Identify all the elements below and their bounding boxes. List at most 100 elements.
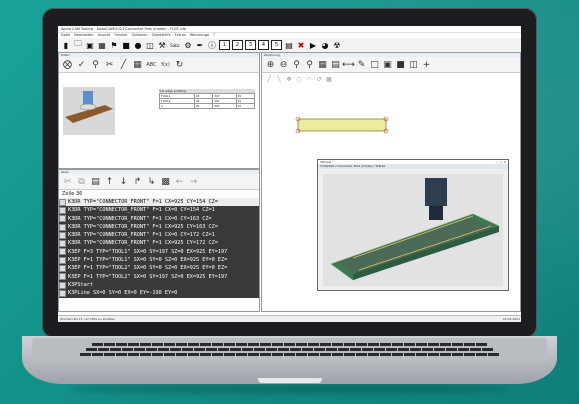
plus-icon[interactable]: + <box>421 59 432 70</box>
main-toolbar: ▮ 🗀 ▣ ▦ ⚑ ■ ● ◫ ⚒ Sabc ⚙ ✒ ⓘ 1 2 3 4 5 ▤… <box>58 38 521 53</box>
spellcheck-label[interactable]: Sabc <box>169 40 181 50</box>
3d-view-window: 3DView — □ ✕ 1700/100 / Connector Post (… <box>317 159 509 291</box>
menu-window[interactable]: Fenster <box>115 33 128 38</box>
menu-tools[interactable]: Werkzeuge <box>190 33 209 38</box>
redirect-icon[interactable]: ↱ <box>132 176 143 187</box>
ruler-icon[interactable]: ▤ <box>330 59 341 70</box>
perspective-icon[interactable]: ◫ <box>408 59 419 70</box>
drawing-toolbar-secondary: ╱ ╲ ✥ ○ ◠ ↺ ▦ <box>262 73 520 85</box>
comment-icon[interactable]: ▤ <box>284 40 294 50</box>
zoom-out-icon[interactable]: ⊖ <box>278 59 289 70</box>
arrow-down-icon[interactable]: ↓ <box>118 176 129 187</box>
search-icon[interactable]: ⚲ <box>90 59 101 70</box>
macro-3-button[interactable]: 3 <box>245 40 256 50</box>
play-icon[interactable]: ▶ <box>308 40 318 50</box>
hammer-icon[interactable]: ⚒ <box>157 40 167 50</box>
paste-icon[interactable]: ▤ <box>90 176 101 187</box>
polyline-tool-icon[interactable]: ╲ <box>275 75 283 83</box>
macro-1-button[interactable]: 1 <box>219 40 230 50</box>
arrow-up-icon[interactable]: ↑ <box>104 176 115 187</box>
macro-5-button[interactable]: 5 <box>271 40 282 50</box>
list-item[interactable]: K3DR TYP="CONNECTOR_FRONT" F=1 CX=925 CY… <box>59 198 259 207</box>
line-tool-icon[interactable]: ╱ <box>265 75 273 83</box>
program-list: K3DR TYP="CONNECTOR_FRONT" F=1 CX=925 CY… <box>59 198 259 298</box>
rotate-tool-icon[interactable]: ↺ <box>315 75 323 83</box>
zoom-fit-icon[interactable]: ⚲ <box>291 59 302 70</box>
list-item[interactable]: K3PStart <box>59 281 259 289</box>
tool-preview-image <box>63 87 115 135</box>
menu-object-help[interactable]: Objekthilfe <box>152 33 171 38</box>
help-icon[interactable]: ⓘ <box>207 40 217 50</box>
circle-tool-icon[interactable]: ○ <box>295 75 303 83</box>
text-abc-icon[interactable]: ABC <box>146 59 157 70</box>
drawing-pane: Zeichnung ⊕ ⊖ ⚲ ⚲ ▦ ▤ ⟷ ✎ □ ▣ ■ ◫ + ╱ ╲ … <box>261 52 521 312</box>
macro-2-button[interactable]: 2 <box>232 40 243 50</box>
list-item[interactable]: K3DR TYP="CONNECTOR_FRONT" F=1 CX=0 CY=1… <box>59 231 259 239</box>
grid-icon[interactable]: ▦ <box>132 59 143 70</box>
menu-options[interactable]: Optionen <box>132 33 148 38</box>
menu-help[interactable]: ? <box>213 33 215 38</box>
scissors-icon[interactable]: ✂ <box>104 59 115 70</box>
document-icon[interactable]: ▦ <box>97 40 107 50</box>
editor-toolbar: ⨂ ✓ ⚲ ✂ ╱ ▦ ABC f(x) ↻ <box>59 57 259 73</box>
pencil-icon[interactable]: ✎ <box>356 59 367 70</box>
return-icon[interactable]: ↳ <box>146 176 157 187</box>
grid-tool-icon[interactable]: ▦ <box>325 75 333 83</box>
camera-icon[interactable]: ■ <box>121 40 131 50</box>
menu-view[interactable]: Ansicht <box>98 33 111 38</box>
macro-4-button[interactable]: 4 <box>258 40 269 50</box>
keyboard-row <box>80 353 499 356</box>
refresh-icon[interactable]: ↻ <box>174 59 185 70</box>
cube-icon[interactable]: ▣ <box>382 59 393 70</box>
formula-icon[interactable]: f(x) <box>160 59 171 70</box>
list-item[interactable]: K3DR TYP="CONNECTOR_FRONT" F=1 CX=925 CY… <box>59 239 259 248</box>
record-icon[interactable]: ◕ <box>320 40 330 50</box>
list-item[interactable]: K3DR TYP="CONNECTOR_FRONT" F=1 CX=0 CY=1… <box>59 206 259 214</box>
stop-icon[interactable]: ✖ <box>296 40 306 50</box>
trackpad-notch <box>258 378 322 383</box>
layout-icon[interactable]: ◫ <box>145 40 155 50</box>
save-icon[interactable]: ▣ <box>85 40 95 50</box>
list-item[interactable]: K3EP F=3 TYP="TOOL1" SX=0 SY=197 SZ=0 EX… <box>59 248 259 256</box>
cancel-icon[interactable]: ⨂ <box>62 59 73 70</box>
list-item[interactable]: K3EP F=1 TYP="TOOL1" SX=0 SY=0 SZ=0 EX=9… <box>59 256 259 264</box>
list-item[interactable]: K3DR TYP="CONNECTOR_FRONT" F=1 CX=0 CY=1… <box>59 215 259 223</box>
line-icon[interactable]: ╱ <box>118 59 129 70</box>
menu-extras[interactable]: Extras <box>175 33 186 38</box>
measure-icon[interactable]: ▦ <box>317 59 328 70</box>
open-folder-icon[interactable]: 🗀 <box>73 39 83 50</box>
editor-pane: Editor ⨂ ✓ ⚲ ✂ ╱ ▦ ABC f(x) ↻ 3-D edge p… <box>58 52 260 169</box>
arc-tool-icon[interactable]: ◠ <box>305 75 313 83</box>
cube-solid-icon[interactable]: ■ <box>395 59 406 70</box>
list-item[interactable]: K3DR TYP="CONNECTOR_FRONT" F=1 CX=925 CY… <box>59 223 259 231</box>
cut-icon[interactable]: ✂ <box>62 176 73 187</box>
move-tool-icon[interactable]: ✥ <box>285 75 293 83</box>
list-item[interactable]: K3PLine SX=0 SY=0 EX=0 EY=-190 EY=0 <box>59 289 259 297</box>
zoom-in-icon[interactable]: ⊕ <box>265 59 276 70</box>
dimension-icon[interactable]: ⟷ <box>342 59 355 70</box>
comment-icon[interactable]: ▩ <box>160 176 171 187</box>
keyboard-row <box>92 343 487 346</box>
pen-icon[interactable]: ✒ <box>195 40 205 50</box>
status-date: 22.03.2021 <box>502 317 520 321</box>
copy-icon[interactable]: ⧉ <box>76 176 87 187</box>
check-icon[interactable]: ✓ <box>76 59 87 70</box>
list-item[interactable]: K3EP F=1 TYP="TOOL2" SX=0 SY=0 SZ=0 EX=9… <box>59 264 259 273</box>
barrel-icon[interactable]: ● <box>133 40 143 50</box>
window-title: Alpha CAM Tooling - Data\CAM\2021 Connec… <box>58 26 521 33</box>
alert-icon[interactable]: ☢ <box>332 40 342 50</box>
new-file-icon[interactable]: ▮ <box>61 40 71 50</box>
gear-icon[interactable]: ⚙ <box>183 40 193 50</box>
menu-file[interactable]: Datei <box>61 33 70 38</box>
forward-icon[interactable]: → <box>188 176 199 187</box>
3d-view-toolbar[interactable]: 1700/100 / Connector Post (model) / Stär… <box>318 164 508 169</box>
cube-wire-icon[interactable]: □ <box>369 59 380 70</box>
window-controls[interactable]: — □ ✕ <box>496 160 506 164</box>
list-item[interactable]: K3EP F=1 TYP="TOOL2" SX=0 SY=197 SZ=0 EX… <box>59 273 259 281</box>
program-pane: Zeile ✂ ⧉ ▤ ↑ ↓ ↱ ↳ ▩ ← → Zeile 36 K3DR … <box>58 169 260 312</box>
table-row[interactable]: X 25 397 25 <box>159 103 256 109</box>
zoom-window-icon[interactable]: ⚲ <box>304 59 315 70</box>
part-outline <box>295 116 389 134</box>
back-icon[interactable]: ← <box>174 176 185 187</box>
flag-icon[interactable]: ⚑ <box>109 40 119 50</box>
